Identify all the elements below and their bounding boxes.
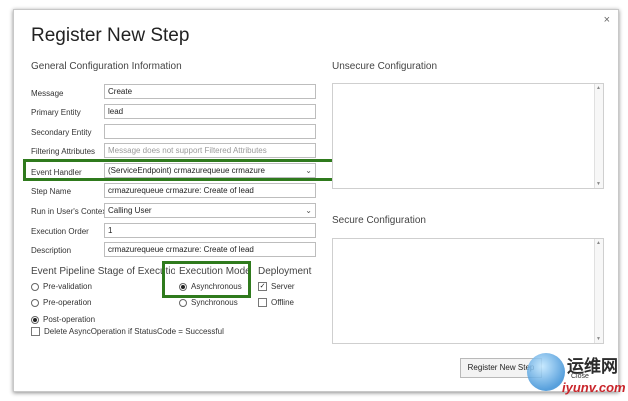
scroll-down-icon[interactable]: ▼ [596,336,601,342]
close-button-label[interactable]: Close [571,373,589,380]
chevron-down-icon: ⌄ [305,206,312,215]
secure-config-heading: Secure Configuration [332,215,426,226]
watermark: 运维网 Close iyunv.com [523,350,626,398]
description-field[interactable]: crmazurequeue crmazure: Create of lead [104,242,316,257]
scroll-up-icon[interactable]: ▲ [596,240,601,246]
checkbox-icon [31,327,40,336]
scroll-down-icon[interactable]: ▼ [596,181,601,187]
watermark-logo-icon [527,353,565,391]
step-name-label: Step Name [31,187,72,196]
unsecure-config-textarea[interactable]: ▲ ▼ [332,83,604,189]
register-new-step-dialog: × Register New Step General Configuratio… [13,9,619,392]
secondary-entity-label: Secondary Entity [31,128,92,137]
offline-checkbox[interactable]: Offline [258,298,294,307]
execution-order-field[interactable]: 1 [104,223,316,238]
primary-entity-label: Primary Entity [31,108,81,117]
pipeline-stage-heading: Event Pipeline Stage of Execution [31,266,175,277]
run-in-users-context-select[interactable]: Calling User ⌄ [104,203,316,218]
radio-selected-icon [31,315,39,324]
radio-icon [31,298,39,307]
pre-validation-radio[interactable]: Pre-validation [31,282,92,291]
execution-order-label: Execution Order [31,227,89,236]
watermark-domain: iyunv.com [562,380,626,395]
run-in-users-context-label: Run in User's Context [31,207,109,216]
server-checkbox[interactable]: ✓ Server [258,282,295,291]
message-label: Message [31,89,64,98]
message-field[interactable]: Create [104,84,316,99]
radio-icon [31,282,39,291]
deployment-heading: Deployment [258,266,312,277]
synchronous-label: Synchronous [191,298,238,307]
unsecure-config-heading: Unsecure Configuration [332,61,438,72]
radio-icon [179,298,187,307]
scrollbar[interactable]: ▲ ▼ [594,239,603,343]
filtering-attributes-field[interactable]: Message does not support Filtered Attrib… [104,143,316,158]
filtering-attributes-label: Filtering Attributes [31,147,96,156]
step-name-field[interactable]: crmazurequeue crmazure: Create of lead [104,183,316,198]
general-section-heading: General Configuration Information [31,61,182,72]
post-operation-label: Post-operation [43,315,96,324]
offline-label: Offline [271,298,294,307]
run-in-users-context-value: Calling User [108,206,152,215]
dialog-title: Register New Step [31,25,190,46]
pre-operation-radio[interactable]: Pre-operation [31,298,91,307]
delete-async-label: Delete AsyncOperation if StatusCode = Su… [44,327,224,336]
event-handler-highlight [23,159,361,181]
execution-mode-highlight [162,261,251,298]
server-label: Server [271,282,295,291]
close-icon[interactable]: × [604,14,610,26]
pre-operation-label: Pre-operation [43,298,92,307]
secure-config-textarea[interactable]: ▲ ▼ [332,238,604,344]
delete-async-checkbox[interactable]: Delete AsyncOperation if StatusCode = Su… [31,327,224,336]
scrollbar[interactable]: ▲ ▼ [594,84,603,188]
scroll-up-icon[interactable]: ▲ [596,85,601,91]
pre-validation-label: Pre-validation [43,282,92,291]
checkbox-icon [258,298,267,307]
post-operation-radio[interactable]: Post-operation [31,315,95,324]
checkmark-icon: ✓ [258,282,267,291]
secondary-entity-field[interactable] [104,124,316,139]
synchronous-radio[interactable]: Synchronous [179,298,238,307]
description-label: Description [31,246,72,255]
primary-entity-field[interactable]: lead [104,104,316,119]
